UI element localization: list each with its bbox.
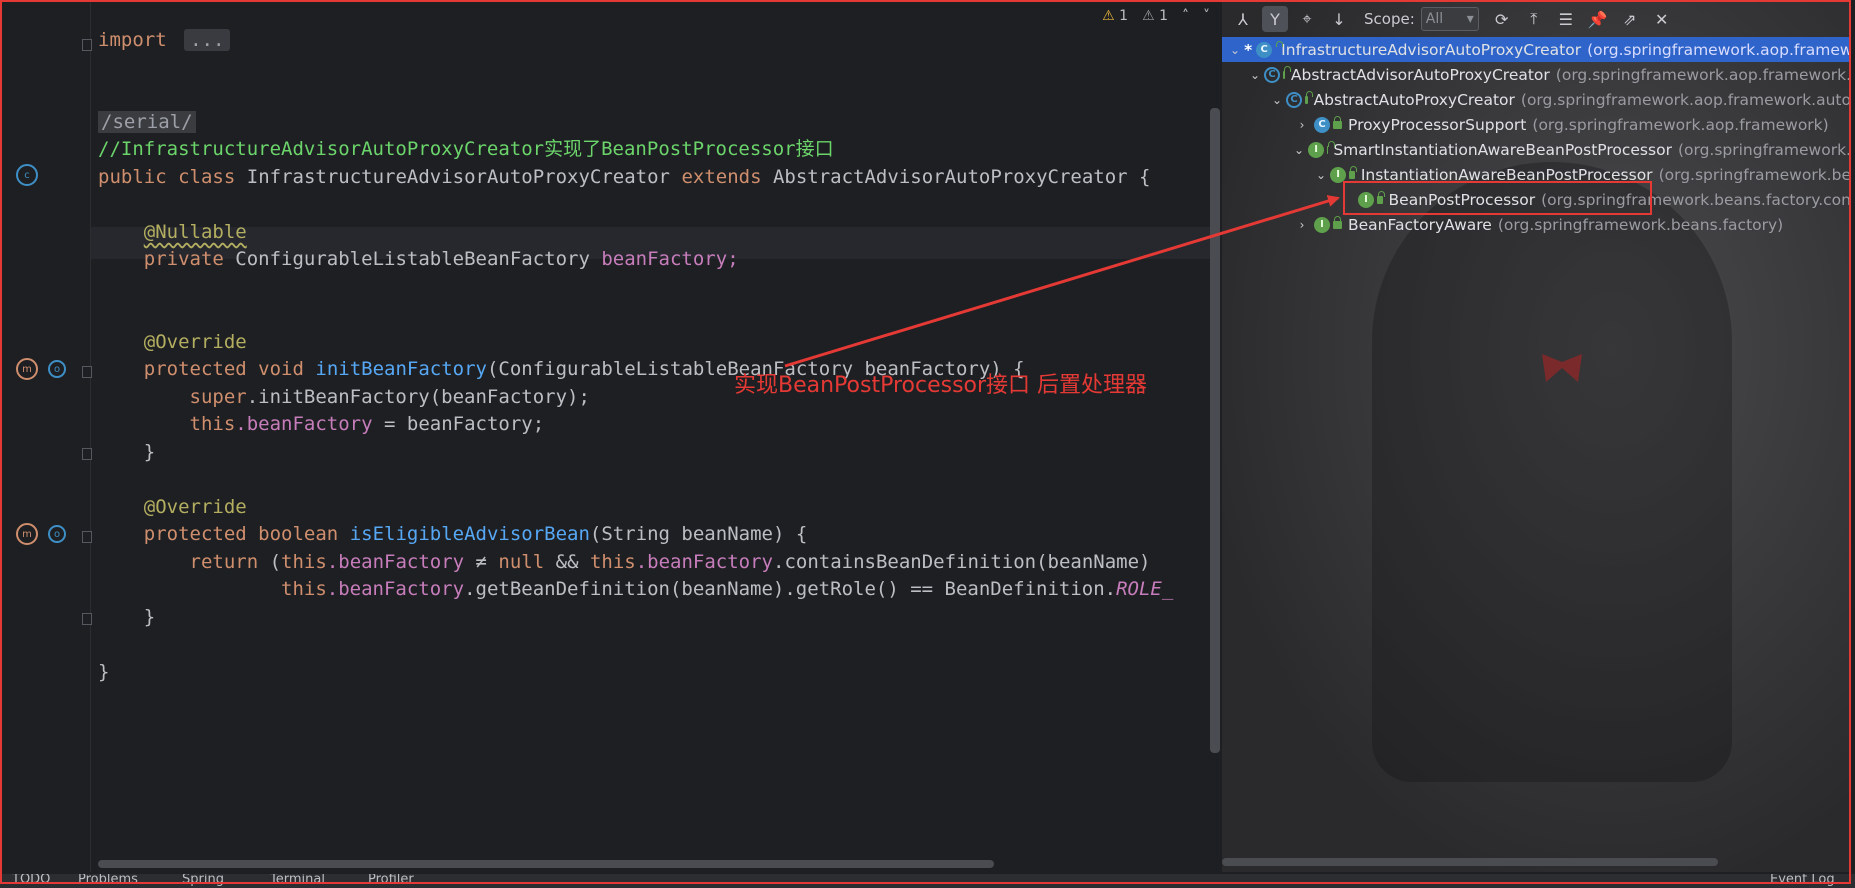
scope-label: Scope: <box>1364 10 1415 28</box>
override-gutter-icon[interactable]: m <box>16 358 38 380</box>
code-line: import ... <box>98 24 231 56</box>
code-line: } <box>143 441 156 463</box>
override-gutter-icon[interactable]: m <box>16 523 38 545</box>
expand-icon[interactable]: ⤒ <box>1521 6 1547 32</box>
tool-tab-todo[interactable]: TODO <box>12 874 50 887</box>
editor-horizontal-scrollbar[interactable] <box>98 860 994 868</box>
fold-marker[interactable] <box>82 531 92 543</box>
code-line: public class InfrastructureAdvisorAutoPr… <box>98 166 1151 188</box>
chevron-down-icon[interactable]: ⌄ <box>1230 43 1240 57</box>
subtype-hierarchy-icon[interactable]: Y <box>1262 6 1288 32</box>
tree-row[interactable]: › C ProxyProcessorSupport (org.springfram… <box>1222 112 1851 137</box>
chevron-down-icon[interactable]: ⌄ <box>1294 143 1304 157</box>
tool-tab-event-log[interactable]: Event Log <box>1770 874 1835 887</box>
supertype-hierarchy-icon[interactable]: ⅄ <box>1230 6 1256 32</box>
fold-marker[interactable] <box>82 448 92 460</box>
hierarchy-toolbar: ⅄ Y ⌖ ↓ Scope: All ▾ ⟳ ⤒ ☰ 📌 ⇗ ✕ <box>1222 2 1851 36</box>
tree-row[interactable]: › I BeanFactoryAware (org.springframework… <box>1222 212 1851 237</box>
editor-vertical-scrollbar[interactable] <box>1210 108 1220 753</box>
fold-marker[interactable] <box>82 366 92 378</box>
scope-select[interactable]: All ▾ <box>1420 7 1479 31</box>
pin-icon[interactable]: 📌 <box>1585 6 1611 32</box>
tree-row[interactable]: ⌄ I SmartInstantiationAwareBeanPostProce… <box>1222 137 1851 162</box>
type-hierarchy-panel[interactable]: ⅄ Y ⌖ ↓ Scope: All ▾ ⟳ ⤒ ☰ 📌 ⇗ ✕ ⌄ * C In… <box>1222 2 1851 872</box>
background-wallpaper <box>1372 162 1732 782</box>
chevron-down-icon[interactable]: ⌄ <box>1272 93 1282 107</box>
refresh-icon[interactable]: ⟳ <box>1489 6 1515 32</box>
chevron-down-icon[interactable]: ⌄ <box>1250 68 1260 82</box>
chevron-right-icon[interactable]: › <box>1294 118 1310 132</box>
fold-marker[interactable] <box>82 39 92 51</box>
annotation-highlight-box <box>1343 181 1652 215</box>
tree-row[interactable]: ⌄ C AbstractAdvisorAutoProxyCreator (org.… <box>1222 62 1851 87</box>
background-ribbon-shape <box>1542 354 1582 382</box>
fold-marker[interactable] <box>82 613 92 625</box>
editor-gutter: c m o m o <box>2 2 92 872</box>
lock-icon <box>1349 165 1357 179</box>
implementation-gutter-icon[interactable]: o <box>48 525 66 543</box>
class-hierarchy-icon[interactable]: ⌖ <box>1294 6 1320 32</box>
lock-icon <box>1333 215 1342 229</box>
abstract-class-icon: C <box>1286 91 1303 108</box>
code-line: this.beanFactory.getBeanDefinition(beanN… <box>281 578 1174 600</box>
sort-alpha-icon[interactable]: ↓ <box>1326 6 1352 32</box>
class-gutter-icon[interactable]: c <box>16 164 38 186</box>
lock-icon <box>1305 90 1312 104</box>
chevron-right-icon[interactable]: › <box>1294 218 1310 232</box>
code-line: } <box>98 661 110 683</box>
code-line: this.beanFactory = beanFactory; <box>189 413 545 435</box>
collapse-icon[interactable]: ☰ <box>1553 6 1579 32</box>
tree-row[interactable]: ⌄ C AbstractAutoProxyCreator (org.springf… <box>1222 87 1851 112</box>
tool-tab-profiler[interactable]: Profiler <box>368 874 414 887</box>
bottom-tool-bar: TODO Problems Spring Terminal Profiler E… <box>0 874 1855 888</box>
class-icon: C <box>1256 41 1273 58</box>
lock-icon <box>1283 65 1291 79</box>
lock-icon <box>1333 115 1342 129</box>
tree-row[interactable]: ⌄ * C InfrastructureAdvisorAutoProxyCrea… <box>1222 37 1851 62</box>
annotation-text: 实现BeanPostProcessor接口 后置处理器 <box>734 373 1148 398</box>
export-icon[interactable]: ⇗ <box>1617 6 1643 32</box>
import-fold[interactable]: ... <box>184 29 231 51</box>
implementation-gutter-icon[interactable]: o <box>48 360 66 378</box>
interface-icon: I <box>1308 141 1325 158</box>
panel-horizontal-scrollbar[interactable] <box>1222 858 1718 866</box>
code-line: private ConfigurableListableBeanFactory … <box>143 248 739 270</box>
next-highlight-icon[interactable]: ˅ <box>1203 8 1210 24</box>
code-editor[interactable]: c m o m o ⚠ 1 ⚠ 1 ˄ ˅ import ... /serial… <box>2 2 1220 872</box>
tool-tab-terminal[interactable]: Terminal <box>270 874 325 887</box>
abstract-class-icon: C <box>1264 66 1281 83</box>
chevron-down-icon: ▾ <box>1466 11 1474 27</box>
code-line: } <box>143 606 156 628</box>
chevron-down-icon[interactable]: ⌄ <box>1316 168 1326 182</box>
tool-tab-spring[interactable]: Spring <box>182 874 224 887</box>
class-icon: C <box>1314 116 1330 133</box>
close-icon[interactable]: ✕ <box>1649 6 1675 32</box>
interface-icon: I <box>1314 216 1330 233</box>
tool-tab-problems[interactable]: Problems <box>78 874 138 887</box>
code-content[interactable]: import ... /serial/ //InfrastructureAdvi… <box>98 2 1200 872</box>
